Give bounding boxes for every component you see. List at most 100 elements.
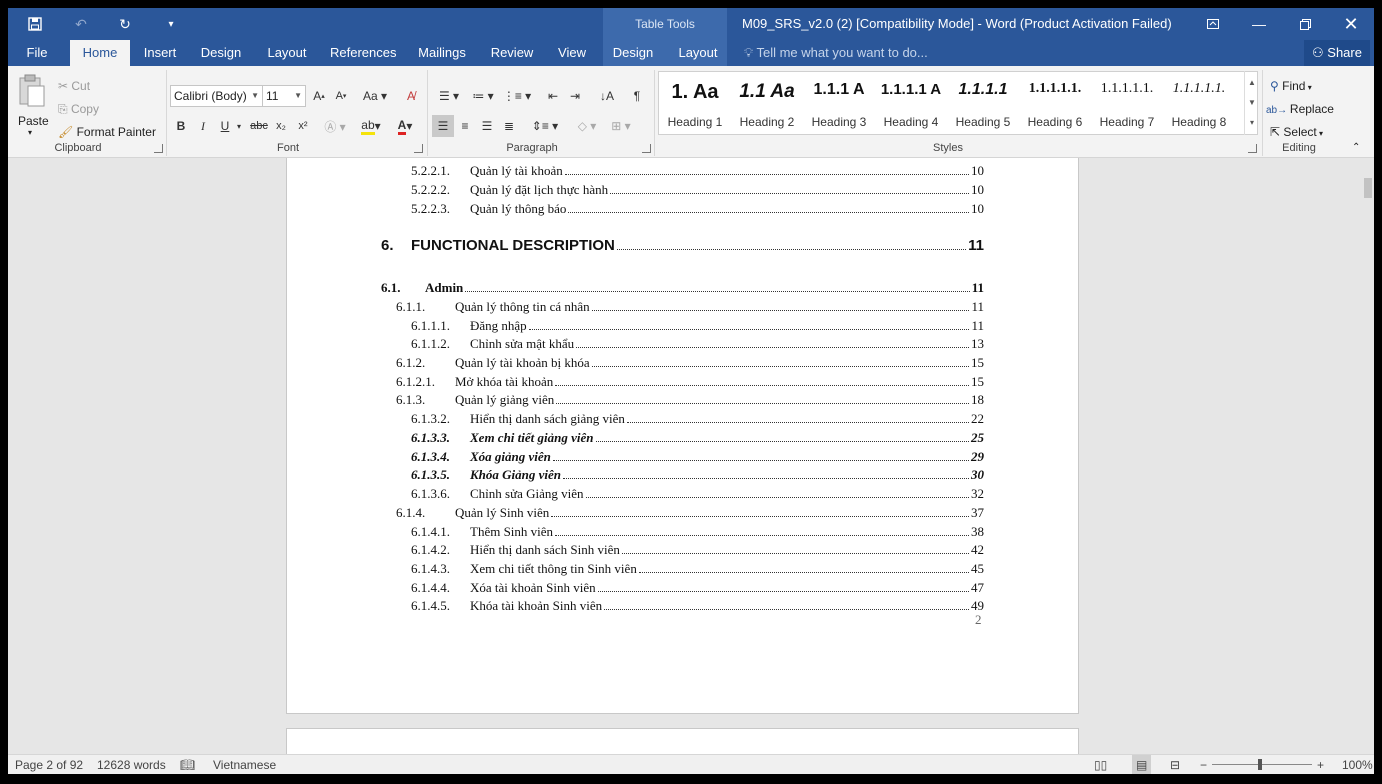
toc-entry[interactable]: 6. FUNCTIONAL DESCRIPTION 11 xyxy=(381,237,984,254)
proofing-icon[interactable]: 📖︎ xyxy=(180,755,195,774)
scrollbar-thumb[interactable] xyxy=(1364,178,1372,198)
bullets-icon[interactable]: ☰ ▾ xyxy=(434,85,464,107)
text-effects-icon[interactable]: Ⓐ ▾ xyxy=(324,115,346,137)
paste-dropdown-icon[interactable]: ▾ xyxy=(28,128,32,137)
style-heading-6[interactable]: 1.1.1.1.1. Heading 6 xyxy=(1019,71,1091,135)
print-layout-icon[interactable]: ▤ xyxy=(1132,755,1152,774)
collapse-ribbon-icon[interactable]: ⌃ xyxy=(1352,142,1360,153)
toc-entry[interactable]: 6.1.4.1. Thêm Sinh viên 38 xyxy=(411,524,984,540)
highlight-color-icon[interactable]: ab ▾ xyxy=(356,115,386,137)
toc-entry[interactable]: 6.1.1.1. Đăng nhập 11 xyxy=(411,318,984,334)
toc-entry[interactable]: 5.2.2.2. Quản lý đặt lịch thực hành 10 xyxy=(411,182,984,198)
tab-design[interactable]: Design xyxy=(198,40,244,66)
subscript-icon[interactable]: x₂ xyxy=(270,115,292,137)
tab-insert[interactable]: Insert xyxy=(140,40,180,66)
web-layout-icon[interactable]: ⊟ xyxy=(1170,755,1180,774)
paste-icon[interactable] xyxy=(18,74,48,108)
paragraph-launcher-icon[interactable] xyxy=(642,144,651,153)
bold-icon[interactable]: B xyxy=(170,115,192,137)
undo-icon[interactable]: ↶ xyxy=(66,8,96,40)
font-color-icon[interactable]: A ▾ xyxy=(390,115,420,137)
replace-button[interactable]: ab→ Replace xyxy=(1266,102,1334,116)
toc-entry[interactable]: 6.1.4.2. Hiển thị danh sách Sinh viên 42 xyxy=(411,542,984,558)
clear-formatting-icon[interactable]: A̸ xyxy=(400,85,422,107)
font-family-select[interactable]: Calibri (Body) ▼ xyxy=(170,85,263,107)
style-heading-4[interactable]: 1.1.1.1 A Heading 4 xyxy=(875,71,947,135)
save-icon[interactable] xyxy=(20,8,50,40)
zoom-out-icon[interactable]: − xyxy=(1200,755,1207,774)
align-center-icon[interactable]: ≡ xyxy=(454,115,476,137)
close-button[interactable]: ✕ xyxy=(1328,8,1374,40)
language[interactable]: Vietnamese xyxy=(213,755,276,774)
zoom-slider-thumb[interactable] xyxy=(1258,759,1262,770)
shading-icon[interactable]: ◇ ▾ xyxy=(572,115,602,137)
copy-button[interactable]: ⎘ Copy xyxy=(58,102,99,117)
zoom-slider[interactable] xyxy=(1212,764,1312,765)
toc-entry[interactable]: 6.1.3.6. Chỉnh sửa Giảng viên 32 xyxy=(411,486,984,502)
styles-launcher-icon[interactable] xyxy=(1248,144,1257,153)
toc-entry[interactable]: 6.1.1. Quản lý thông tin cá nhân 11 xyxy=(396,299,984,315)
select-button[interactable]: ⇱ Select ▾ xyxy=(1270,125,1323,139)
gallery-down-icon[interactable]: ▼ xyxy=(1245,93,1259,113)
increase-indent-icon[interactable]: ⇥ xyxy=(564,85,586,107)
toc-entry[interactable]: 6.1.3.3. Xem chi tiết giảng viên 25 xyxy=(411,430,984,446)
style-heading-7[interactable]: 1.1.1.1.1. Heading 7 xyxy=(1091,71,1163,135)
redo-icon[interactable]: ↻ xyxy=(110,8,140,40)
page-count[interactable]: Page 2 of 92 xyxy=(15,755,83,774)
tab-file[interactable]: File xyxy=(22,40,52,66)
minimize-button[interactable]: — xyxy=(1236,8,1282,40)
ribbon-display-options-icon[interactable] xyxy=(1190,8,1236,40)
zoom-in-icon[interactable]: + xyxy=(1317,755,1324,774)
tab-review[interactable]: Review xyxy=(488,40,536,66)
toc-entry[interactable]: 6.1.4.3. Xem chi tiết thông tin Sinh viên… xyxy=(411,561,984,577)
superscript-icon[interactable]: x² xyxy=(292,115,314,137)
toc-entry[interactable]: 6.1.3. Quản lý giảng viên 18 xyxy=(396,392,984,408)
multilevel-list-icon[interactable]: ⋮≡ ▾ xyxy=(502,85,532,107)
restore-button[interactable] xyxy=(1282,8,1328,40)
toc-entry[interactable]: 6.1.1.2. Chỉnh sửa mật khẩu 13 xyxy=(411,336,984,352)
justify-icon[interactable]: ≣ xyxy=(498,115,520,137)
clipboard-launcher-icon[interactable] xyxy=(154,144,163,153)
style-heading-2[interactable]: 1.1 Aa Heading 2 xyxy=(731,71,803,135)
tab-view[interactable]: View xyxy=(554,40,590,66)
gallery-more-icon[interactable]: ▾ xyxy=(1245,113,1259,133)
underline-dropdown-icon[interactable]: ▾ xyxy=(234,115,244,137)
customize-qat-icon[interactable]: ▾ xyxy=(156,8,186,40)
align-right-icon[interactable]: ☰ xyxy=(476,115,498,137)
word-count[interactable]: 12628 words xyxy=(97,755,166,774)
shrink-font-icon[interactable]: A ▾ xyxy=(330,85,352,107)
vertical-scrollbar[interactable] xyxy=(1362,158,1374,754)
borders-icon[interactable]: ⊞ ▾ xyxy=(606,115,636,137)
gallery-up-icon[interactable]: ▲ xyxy=(1245,73,1259,93)
tab-layout[interactable]: Layout xyxy=(262,40,312,66)
style-heading-8[interactable]: 1.1.1.1.1. Heading 8 xyxy=(1163,71,1235,135)
strikethrough-icon[interactable]: abc xyxy=(248,115,270,137)
toc-entry[interactable]: 6.1.3.2. Hiển thị danh sách giảng viên 22 xyxy=(411,411,984,427)
italic-icon[interactable]: I xyxy=(192,115,214,137)
tab-references[interactable]: References xyxy=(330,40,396,66)
toc-entry[interactable]: 5.2.2.1. Quản lý tài khoản 10 xyxy=(411,163,984,179)
toc-entry[interactable]: 6.1.3.4. Xóa giảng viên 29 xyxy=(411,449,984,465)
paste-button[interactable]: Paste xyxy=(18,114,49,128)
underline-icon[interactable]: U xyxy=(214,115,236,137)
tab-mailings[interactable]: Mailings xyxy=(414,40,470,66)
toc-entry[interactable]: 6.1.4. Quản lý Sinh viên 37 xyxy=(396,505,984,521)
tab-table-layout[interactable]: Layout xyxy=(674,40,722,66)
numbering-icon[interactable]: ≔ ▾ xyxy=(468,85,498,107)
toc-entry[interactable]: 6.1.2.1. Mở khóa tài khoản 15 xyxy=(396,374,984,390)
decrease-indent-icon[interactable]: ⇤ xyxy=(542,85,564,107)
change-case-icon[interactable]: Aa ▾ xyxy=(360,85,390,107)
cut-button[interactable]: ✂ Cut xyxy=(58,79,90,93)
zoom-level[interactable]: 100% xyxy=(1342,755,1373,774)
line-spacing-icon[interactable]: ⇕≡ ▾ xyxy=(530,115,560,137)
align-left-icon[interactable]: ☰ xyxy=(432,115,454,137)
toc-entry[interactable]: 6.1.2. Quản lý tài khoản bị khóa 15 xyxy=(396,355,984,371)
tab-table-design[interactable]: Design xyxy=(610,40,656,66)
share-button[interactable]: ⚇ Share xyxy=(1304,40,1370,66)
font-launcher-icon[interactable] xyxy=(414,144,423,153)
style-heading-1[interactable]: 1. Aa Heading 1 xyxy=(659,71,731,135)
sort-icon[interactable]: ↓A xyxy=(596,85,618,107)
toc-entry[interactable]: 6.1.4.4. Xóa tài khoản Sinh viên 47 xyxy=(411,580,984,596)
show-formatting-marks-icon[interactable]: ¶ xyxy=(626,85,648,107)
toc-entry[interactable]: 5.2.2.3. Quản lý thông báo 10 xyxy=(411,201,984,217)
